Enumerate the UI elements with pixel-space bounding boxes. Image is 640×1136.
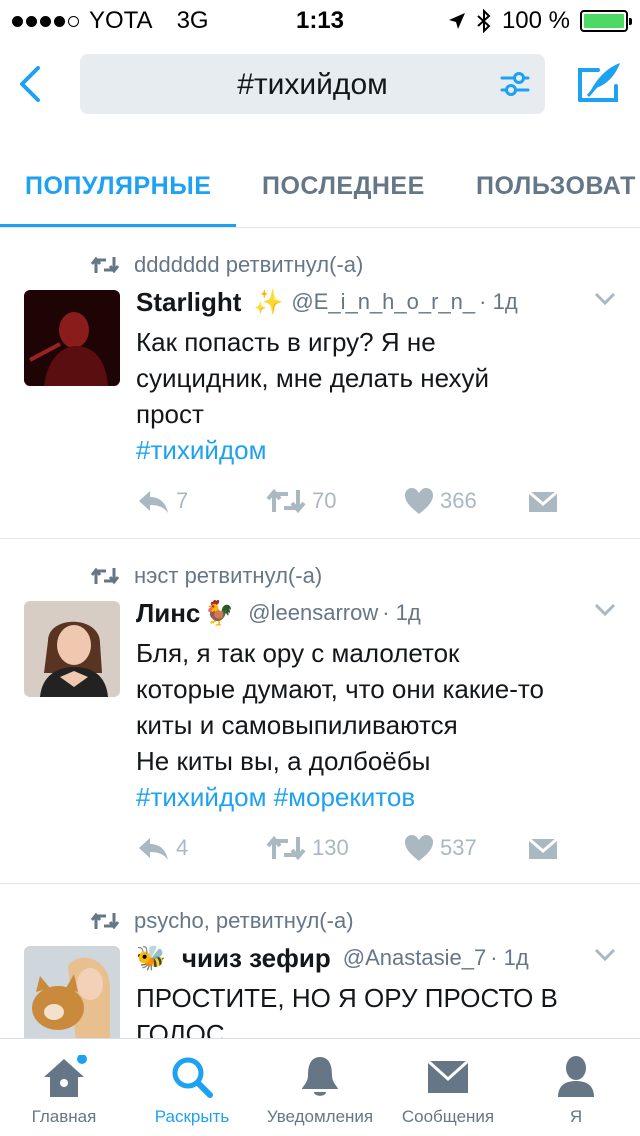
tweet-hashtags[interactable]: #тихийдом #морекитов (136, 779, 616, 815)
retweet-icon (90, 912, 120, 930)
retweet-context: нэст ретвитнул(-а) (90, 563, 322, 589)
envelope-icon (426, 1059, 470, 1093)
retweet-context: ddddddd ретвитнул(-а) (90, 252, 363, 278)
tweet-actions: 4 130 537 (136, 831, 616, 865)
retweeted-by-text: ddddddd ретвитнул(-а) (134, 252, 364, 277)
direct-message-button[interactable] (528, 835, 558, 861)
tabbar-label: Раскрыть (154, 1107, 230, 1126)
bell-icon (302, 1057, 338, 1096)
tab-users[interactable]: ПОЛЬЗОВАТ (476, 172, 636, 201)
retweet-icon (266, 835, 306, 861)
envelope-icon (528, 490, 558, 512)
tabbar-label: Главная (31, 1107, 97, 1126)
display-name[interactable]: Starlight (136, 287, 241, 318)
tweet-item[interactable]: psycho, ретвитнул(-а) 🐝 чииз зефир @Anas… (0, 884, 640, 1038)
reply-count: 4 (176, 835, 189, 860)
envelope-icon (528, 837, 558, 859)
tweet-text: Бля, я так ору с малолеток которые думаю… (136, 638, 544, 776)
avatar[interactable] (24, 601, 120, 697)
tab-latest[interactable]: ПОСЛЕДНЕЕ (262, 172, 425, 201)
avatar[interactable] (24, 946, 120, 1038)
tweet-time: · 1д (382, 600, 421, 625)
tabbar-me[interactable]: Я (512, 1039, 640, 1136)
search-header: #тихийдом (0, 40, 640, 130)
reply-button[interactable]: 4 (136, 834, 188, 862)
display-name[interactable]: Линс (136, 598, 200, 629)
battery-percent: 100 % (501, 7, 570, 34)
filter-settings-icon[interactable] (499, 68, 531, 100)
retweet-button[interactable]: 70 (266, 487, 336, 515)
location-arrow-icon (448, 13, 465, 29)
name-emoji: ✨ (253, 288, 284, 316)
retweeted-by-text: нэст ретвитнул(-а) (134, 563, 323, 588)
home-icon (44, 1055, 87, 1097)
tabbar-label: Сообщения (401, 1107, 495, 1126)
user-handle: @leensarrow (248, 600, 379, 625)
status-bar: YOTA 3G 1:13 100 % (0, 0, 640, 40)
tweet-item[interactable]: нэст ретвитнул(-а) Линс 🐓 @leensarrow · … (0, 539, 640, 884)
reply-icon (139, 491, 168, 513)
retweet-icon (90, 567, 120, 585)
reply-count: 7 (176, 488, 189, 513)
tabbar-notifications[interactable]: Уведомления (256, 1039, 384, 1136)
tabbar-label: Я (569, 1107, 583, 1126)
retweet-icon (90, 256, 120, 274)
like-button[interactable]: 537 (404, 834, 477, 862)
like-button[interactable]: 366 (404, 487, 477, 515)
person-icon (558, 1056, 594, 1097)
user-handle: @Anastasie_7 (342, 945, 487, 970)
tweet-hashtags[interactable]: #тихийдом (136, 432, 616, 468)
retweet-context: psycho, ретвитнул(-а) (90, 908, 354, 934)
tweet-feed[interactable]: ddddddd ретвитнул(-а) Starlight ✨ @E_i_n… (0, 228, 640, 1038)
chevron-down-icon[interactable] (594, 292, 616, 306)
display-name[interactable]: чииз зефир (182, 943, 331, 974)
tweet-time: · 1д (479, 289, 518, 314)
tabbar-label: Уведомления (266, 1107, 374, 1126)
active-tab-indicator (0, 224, 236, 227)
search-input[interactable]: #тихийдом (80, 54, 545, 114)
retweet-count: 130 (312, 835, 349, 860)
chevron-down-icon[interactable] (594, 603, 616, 617)
heart-icon (405, 488, 433, 514)
tabbar-explore[interactable]: Раскрыть (128, 1039, 256, 1136)
tab-popular[interactable]: ПОПУЛЯРНЫЕ (25, 172, 211, 201)
tabbar-messages[interactable]: Сообщения (384, 1039, 512, 1136)
retweet-icon (266, 488, 306, 514)
tweet-time: · 1д (490, 945, 529, 970)
tweet-actions: 7 70 366 (136, 484, 616, 518)
search-query: #тихийдом (237, 68, 388, 101)
tweet-text: Как попасть в игру? Я не суицидник, мне … (136, 327, 490, 429)
retweeted-by-text: psycho, ретвитнул(-а) (134, 908, 354, 933)
like-count: 366 (440, 488, 477, 513)
heart-icon (405, 835, 433, 861)
search-icon (172, 1057, 213, 1098)
back-arrow-icon[interactable] (14, 62, 44, 106)
reply-icon (139, 838, 168, 860)
bottom-tab-bar: Главная Раскрыть Уведомления Сообщения Я (0, 1038, 640, 1136)
user-handle: @E_i_n_h_o_r_n_ (291, 289, 476, 314)
retweet-count: 70 (312, 488, 337, 513)
tweet-text: ПРОСТИТЕ, НО Я ОРУ ПРОСТО В ГОЛОС (136, 983, 558, 1038)
direct-message-button[interactable] (528, 488, 558, 514)
bluetooth-icon (477, 9, 491, 33)
reply-button[interactable]: 7 (136, 487, 188, 515)
chevron-down-icon[interactable] (594, 948, 616, 962)
compose-tweet-icon[interactable] (576, 60, 624, 106)
tabbar-home[interactable]: Главная (0, 1039, 128, 1136)
search-tabs: ПОПУЛЯРНЫЕ ПОСЛЕДНЕЕ ПОЛЬЗОВАТ (0, 130, 640, 228)
battery-icon (580, 10, 632, 32)
like-count: 537 (440, 835, 477, 860)
retweet-button[interactable]: 130 (266, 834, 349, 862)
avatar[interactable] (24, 290, 120, 386)
name-emoji: 🐝 (136, 944, 166, 972)
name-emoji: 🐓 (204, 599, 235, 627)
tweet-item[interactable]: ddddddd ретвитнул(-а) Starlight ✨ @E_i_n… (0, 228, 640, 539)
